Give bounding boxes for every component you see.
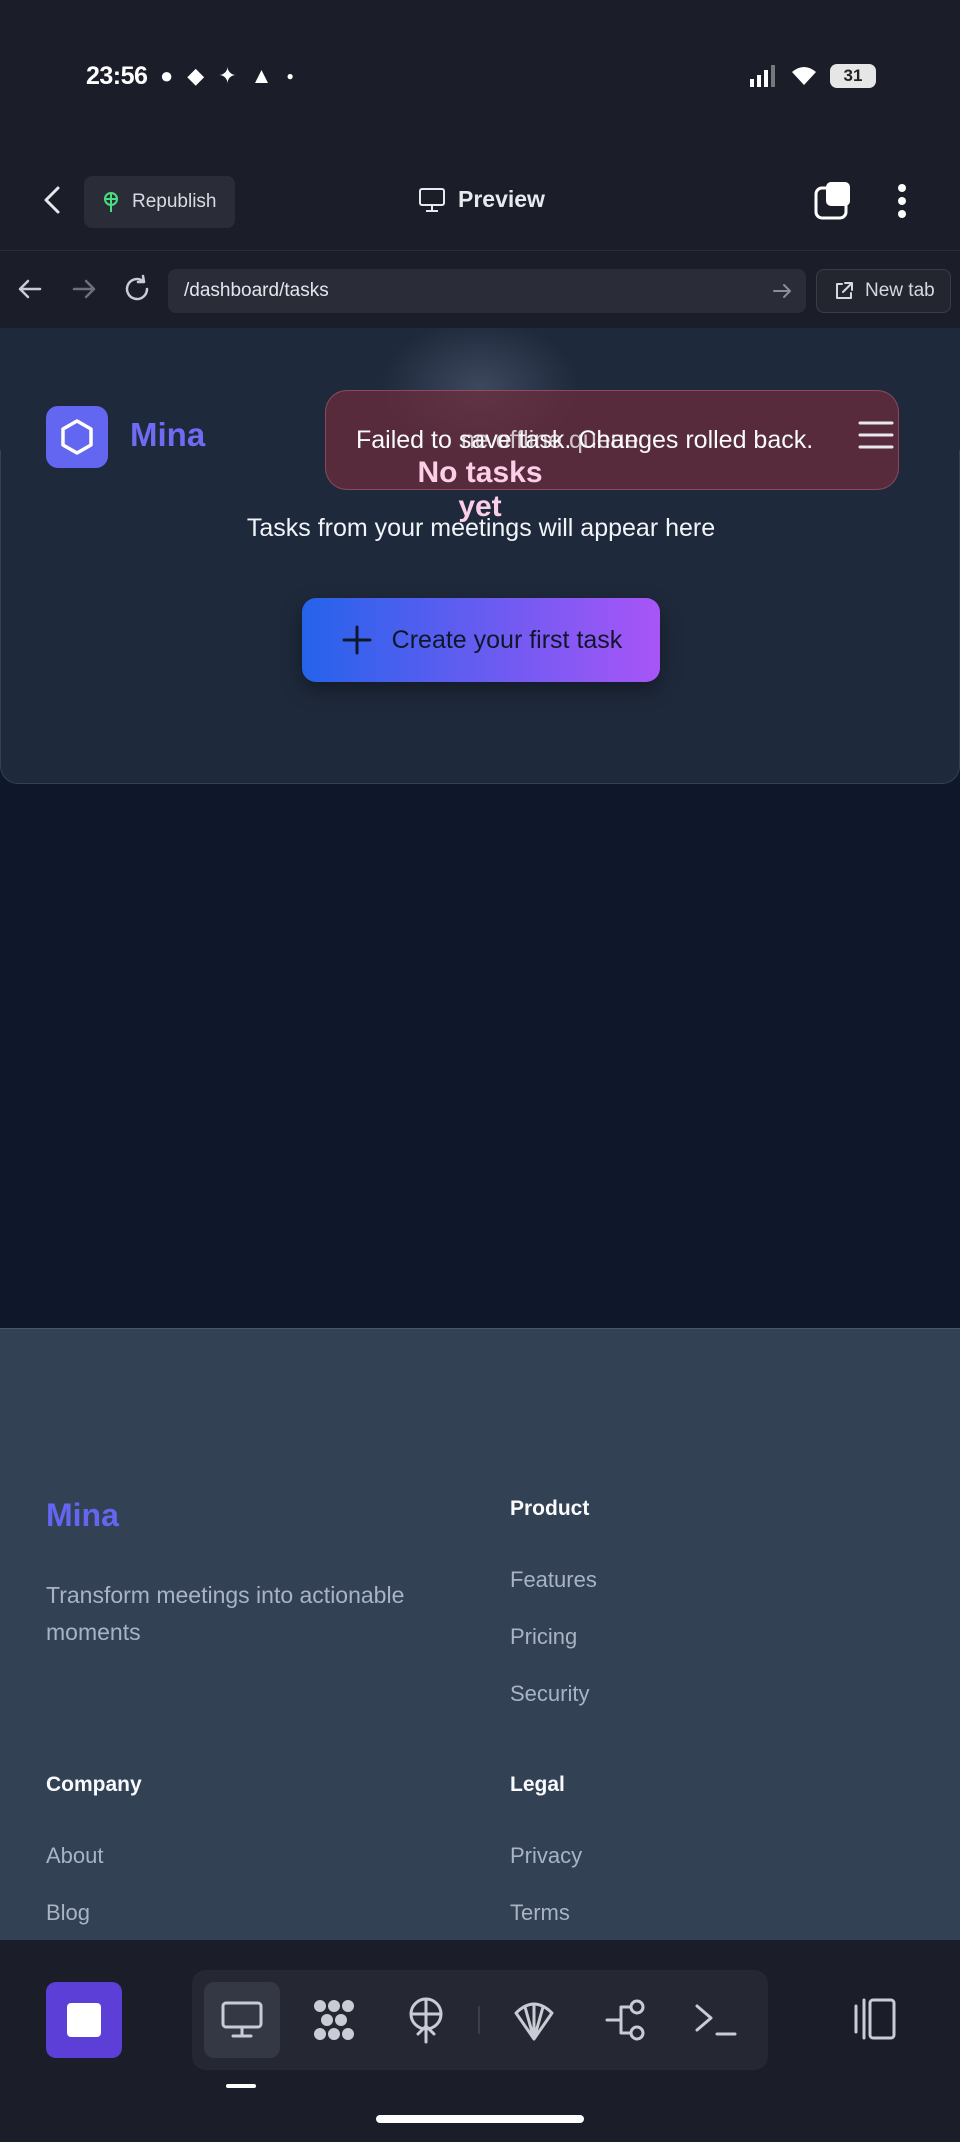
wifi-icon [792,67,816,85]
browser-forward-icon[interactable] [68,273,100,305]
republish-icon [104,192,118,212]
bottom-dock [0,1940,960,2142]
preview-label: Preview [458,186,545,212]
empty-state-title: No tasks yet [417,456,543,523]
plus-icon [342,625,372,655]
browser-toolbar: /dashboard/tasks New tab [0,250,960,328]
stop-icon [67,2003,101,2037]
footer-brand: Mina [46,1497,119,1533]
back-icon[interactable] [36,182,72,218]
app-bar: Republish Preview [0,150,960,250]
side-panel-icon[interactable] [848,1992,902,2046]
monitor-icon [419,187,445,212]
signal-icon [750,65,775,87]
site-footer: Mina Transform meetings into actionable … [0,1328,960,1940]
footer-link-privacy[interactable]: Privacy [510,1843,582,1869]
republish-button[interactable]: Republish [84,176,235,228]
republish-label: Republish [132,191,217,212]
new-tab-button[interactable]: New tab [816,269,951,313]
terminal-icon[interactable] [678,1982,754,2058]
save-failed-message: Failed to save task. Changes rolled back… [356,426,814,454]
footer-link-blog[interactable]: Blog [46,1900,90,1926]
footer-product-heading: Product [510,1497,590,1520]
new-tab-label: New tab [865,280,935,301]
preview-toggle[interactable]: Preview [418,186,545,213]
status-time: 23:56 [86,62,148,90]
more-notifications-icon: ● [286,69,294,83]
footer-link-security[interactable]: Security [510,1681,589,1707]
stop-button[interactable] [46,1982,122,2058]
more-options-icon[interactable] [888,180,916,222]
external-link-icon [836,282,853,299]
url-field[interactable]: /dashboard/tasks [168,269,806,313]
site-logo[interactable] [46,406,108,468]
menu-icon[interactable] [858,420,894,450]
footer-link-about[interactable]: About [46,1843,104,1869]
footer-link-terms[interactable]: Terms [510,1900,570,1926]
battery-icon: 31 [830,64,876,88]
notification-icons: ● ◆ ✦ ▲ ● [160,64,294,88]
footer-link-features[interactable]: Features [510,1567,597,1593]
home-indicator[interactable] [376,2115,584,2123]
slack-icon: ✦ [218,63,237,88]
browser-back-icon[interactable] [14,273,46,305]
create-first-task-button[interactable]: Create your first task [302,598,660,682]
footer-link-pricing[interactable]: Pricing [510,1624,577,1650]
deliveroo-icon: ▲ [250,63,273,88]
status-bar: 23:56 ● ◆ ✦ ▲ ● 31 [0,0,960,150]
deploy-icon[interactable] [388,1982,464,2058]
workflow-icon[interactable] [588,1982,664,2058]
tool-switcher [192,1970,768,2070]
active-tool-indicator [226,2084,256,2088]
go-arrow-icon[interactable] [770,279,794,303]
hexagon-logo-icon [61,419,93,455]
site-brand[interactable]: Mina [130,416,205,454]
url-text: /dashboard/tasks [184,280,329,301]
tabs-icon[interactable] [812,180,854,222]
footer-legal-heading: Legal [510,1773,565,1796]
tool-separator [478,2006,480,2034]
messenger-icon: ◆ [187,63,205,88]
web-page: Tasks from your meetings will appear her… [0,328,960,1940]
reload-icon[interactable] [121,273,153,305]
footer-tagline: Transform meetings into actionable momen… [46,1582,405,1645]
create-first-task-label: Create your first task [391,625,623,654]
desktop-icon[interactable] [204,1982,280,2058]
shell-icon[interactable] [496,1982,572,2058]
system-indicators: 31 [750,64,876,88]
snapchat-icon: ● [160,63,174,88]
footer-company-heading: Company [46,1773,142,1796]
apps-icon[interactable] [296,1982,372,2058]
